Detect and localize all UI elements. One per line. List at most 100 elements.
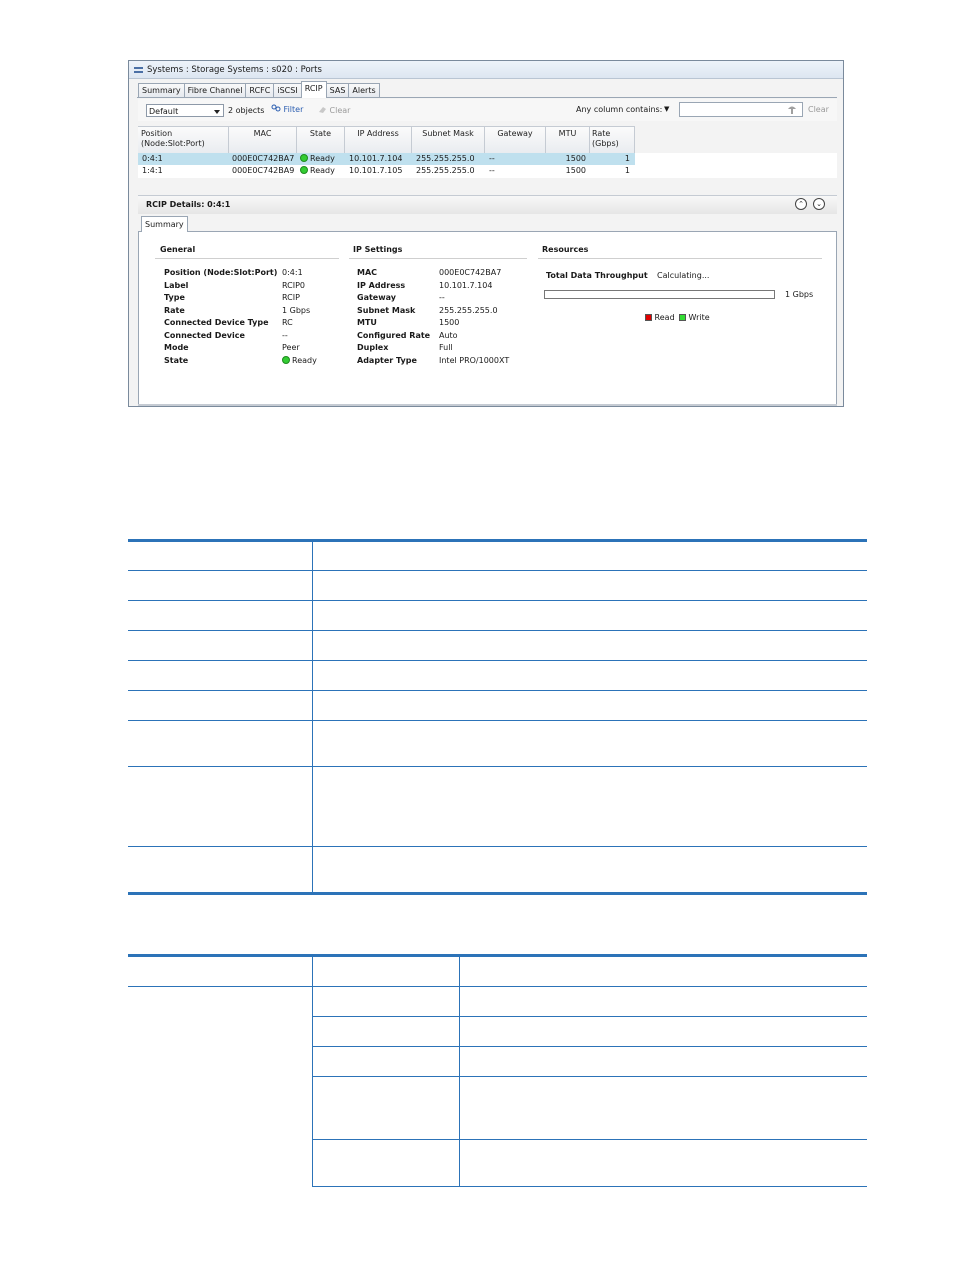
table-cell xyxy=(459,1075,867,1140)
general-value: RCIP0 xyxy=(282,280,306,290)
table-cell xyxy=(312,629,867,661)
ip-value: 1500 xyxy=(439,318,460,327)
throughput-bar xyxy=(544,290,775,299)
ready-status-icon xyxy=(300,166,308,174)
cell-ip: 10.101.7.104 xyxy=(349,154,403,163)
tab-rcfc[interactable]: RCFC xyxy=(245,83,275,98)
ip-value: Full xyxy=(439,343,453,352)
resources-heading: Resources xyxy=(542,245,589,254)
search-clear-icon xyxy=(788,106,796,114)
cell-state: Ready xyxy=(300,153,335,165)
table-cell xyxy=(312,659,867,691)
ports-window: Systems : Storage Systems : s020 : Ports… xyxy=(128,60,844,407)
tab-sas[interactable]: SAS xyxy=(325,83,350,98)
col-state[interactable]: State xyxy=(297,127,345,153)
table-row[interactable]: 1:4:1 000E0C742BA9 Ready 10.101.7.105 25… xyxy=(138,165,635,177)
general-key: State xyxy=(164,355,189,365)
search-column-dropdown[interactable]: ▼ xyxy=(664,103,669,115)
col-gateway[interactable]: Gateway xyxy=(485,127,546,153)
table-cell xyxy=(459,956,867,987)
write-swatch-icon xyxy=(679,314,686,321)
search-input[interactable] xyxy=(679,102,803,117)
table-cell xyxy=(312,845,867,892)
grid-body: 0:4:1 000E0C742BA7 Ready 10.101.7.104 25… xyxy=(138,153,837,178)
ip-value: 10.101.7.104 xyxy=(439,280,493,290)
ip-key: MAC xyxy=(357,268,378,277)
general-key: Connected Device Type xyxy=(164,318,269,327)
general-key: Connected Device xyxy=(164,330,245,340)
clear-filter-label: Clear xyxy=(329,106,351,115)
cell-gateway: -- xyxy=(489,154,495,163)
table-cell xyxy=(128,956,313,987)
general-key: Label xyxy=(164,280,189,290)
general-key: Mode xyxy=(164,343,189,352)
filter-label: Filter xyxy=(283,105,304,114)
tab-iscsi[interactable]: iSCSI xyxy=(273,83,302,98)
window-titlebar: Systems : Storage Systems : s020 : Ports xyxy=(129,61,843,79)
throughput-label: Total Data Throughput xyxy=(546,271,648,280)
col-mtu[interactable]: MTU xyxy=(546,127,590,153)
search-clear-button[interactable]: Clear xyxy=(808,104,829,116)
table-cell xyxy=(312,689,867,721)
table-row[interactable]: 0:4:1 000E0C742BA7 Ready 10.101.7.104 25… xyxy=(138,153,635,165)
tab-alerts[interactable]: Alerts xyxy=(348,83,380,98)
throughput-value: Calculating... xyxy=(657,271,710,280)
filter-button[interactable]: Filter xyxy=(271,104,303,116)
tab-summary[interactable]: Summary xyxy=(138,83,185,98)
table-cell xyxy=(459,1138,867,1187)
general-value: RC xyxy=(282,318,293,327)
cell-state: Ready xyxy=(300,165,335,177)
ip-value: 255.255.255.0 xyxy=(439,305,498,315)
cell-mac: 000E0C742BA7 xyxy=(232,154,295,163)
table-cell xyxy=(128,689,313,721)
clear-filter-button[interactable]: Clear xyxy=(318,105,350,117)
general-value: 1 Gbps xyxy=(282,305,311,315)
table-cell xyxy=(312,1045,460,1077)
details-tab-summary[interactable]: Summary xyxy=(141,216,188,232)
col-subnet-mask[interactable]: Subnet Mask xyxy=(412,127,485,153)
table-cell xyxy=(128,845,313,892)
table-cell xyxy=(459,1045,867,1077)
legend-read: Read xyxy=(645,312,675,325)
collapse-up-icon[interactable]: ⌃ xyxy=(795,198,807,210)
general-state-value: Ready xyxy=(292,355,317,365)
general-keys: Position (Node:Slot:Port) Label Type Rat… xyxy=(164,267,284,367)
cell-ip: 10.101.7.105 xyxy=(349,166,403,175)
table-cell xyxy=(128,599,313,631)
general-divider xyxy=(155,258,339,259)
col-mac[interactable]: MAC xyxy=(229,127,297,153)
general-values: 0:4:1 RCIP0 RCIP 1 Gbps RC -- Peer Ready xyxy=(282,267,342,367)
col-ip-address[interactable]: IP Address xyxy=(345,127,412,153)
ip-value: 000E0C742BA7 xyxy=(439,268,502,277)
cell-mac: 000E0C742BA9 xyxy=(232,166,295,175)
table1-bottom-rule xyxy=(128,892,867,895)
cell-state-text: Ready xyxy=(310,154,335,163)
table-cell xyxy=(312,956,460,987)
resources-divider xyxy=(538,258,822,259)
col-rate[interactable]: Rate (Gbps) xyxy=(590,127,635,153)
systems-icon xyxy=(134,67,143,73)
description-table-2 xyxy=(128,956,867,1187)
ip-key: Duplex xyxy=(357,343,389,352)
general-value: Ready xyxy=(282,355,342,368)
table-cell xyxy=(128,985,313,1186)
general-value: -- xyxy=(282,330,288,340)
view-select[interactable]: Default xyxy=(146,104,224,117)
table-cell xyxy=(312,1075,460,1140)
collapse-down-icon[interactable]: ⌄ xyxy=(813,198,825,210)
table-cell xyxy=(459,1015,867,1047)
table-cell xyxy=(312,1015,460,1047)
tab-fibre-channel[interactable]: Fibre Channel xyxy=(183,83,247,98)
table-cell xyxy=(128,629,313,661)
view-select-value: Default xyxy=(149,107,179,116)
toolbar: Default 2 objects Filter Clear Any colum… xyxy=(138,99,837,121)
table-cell xyxy=(128,659,313,691)
throughput-max-label: 1 Gbps xyxy=(785,290,814,299)
legend-write-label: Write xyxy=(688,313,710,322)
tab-rcip[interactable]: RCIP xyxy=(300,81,327,98)
col-position[interactable]: Position (Node:Slot:Port) xyxy=(138,127,229,153)
ip-value: Intel PRO/1000XT xyxy=(439,355,510,365)
general-value: Peer xyxy=(282,343,300,352)
table-cell xyxy=(312,599,867,631)
legend-write: Write xyxy=(679,312,710,325)
